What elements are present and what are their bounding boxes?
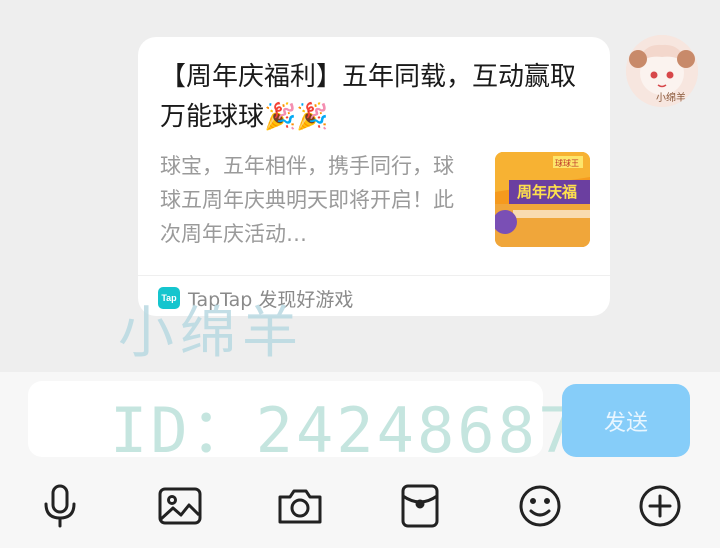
avatar[interactable]: 小绵羊 [626,35,698,107]
red-packet-icon[interactable] [390,476,450,536]
watermark-name: 小绵羊 [118,301,304,366]
image-icon[interactable] [150,476,210,536]
card-description: 球宝，五年相伴，携手同行，球球五周年庆典明天即将开启！此次周年庆活动… [160,154,454,246]
plus-icon[interactable] [630,476,690,536]
watermark-id: ID：24248687 [110,394,579,467]
avatar-text: 小绵羊 [656,91,686,104]
card-thumbnail: 球球王 周年庆福 [495,152,590,247]
chat-area: 【周年庆福利】五年同载，互动赢取万能球球🎉🎉 球宝，五年相伴，携手同行，球球五周… [0,0,720,372]
thumbnail-text: 周年庆福 [517,183,577,201]
microphone-icon[interactable] [30,476,90,536]
camera-icon[interactable] [270,476,330,536]
card-divider [138,275,610,276]
card-title: 【周年庆福利】五年同载，互动赢取万能球球🎉🎉 [160,62,577,132]
toolbar [0,470,720,536]
emoji-icon[interactable] [510,476,570,536]
shared-link-card[interactable]: 【周年庆福利】五年同载，互动赢取万能球球🎉🎉 球宝，五年相伴，携手同行，球球五周… [138,37,610,316]
thumbnail-small-text: 球球王 [555,158,579,168]
send-button[interactable]: 发送 [562,384,690,457]
